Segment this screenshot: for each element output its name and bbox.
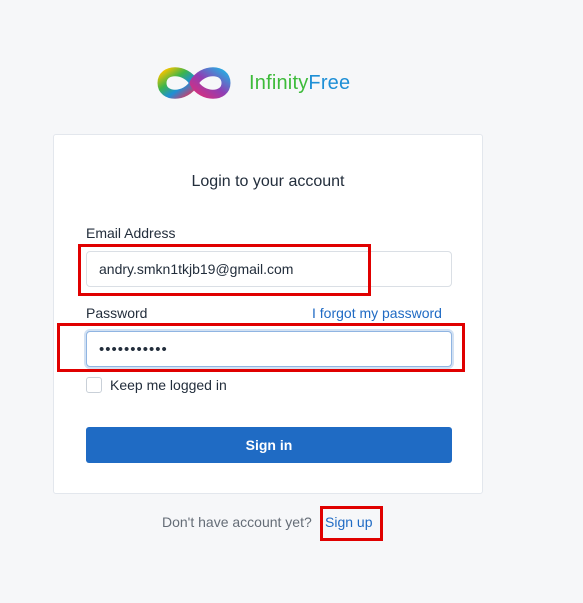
forgot-password-link[interactable]: I forgot my password [312, 305, 442, 321]
password-highlight-box [57, 323, 465, 372]
brand-word-free: Free [308, 72, 351, 94]
sign-up-highlight-box [320, 506, 383, 541]
email-label: Email Address [86, 225, 176, 241]
email-highlight-box [78, 244, 371, 296]
password-label: Password [86, 305, 148, 321]
brand-name: InfinityFree [249, 73, 350, 93]
keep-logged-in-label[interactable]: Keep me logged in [110, 377, 227, 393]
keep-logged-in-checkbox[interactable] [86, 377, 102, 393]
sign-in-button[interactable]: Sign in [86, 427, 452, 463]
login-title: Login to your account [191, 173, 345, 190]
brand-word-infinity: Infinity [249, 72, 309, 94]
brand-logo: InfinityFree [156, 63, 350, 103]
no-account-text: Don't have account yet? [162, 514, 312, 530]
infinity-logo-icon [157, 67, 231, 99]
